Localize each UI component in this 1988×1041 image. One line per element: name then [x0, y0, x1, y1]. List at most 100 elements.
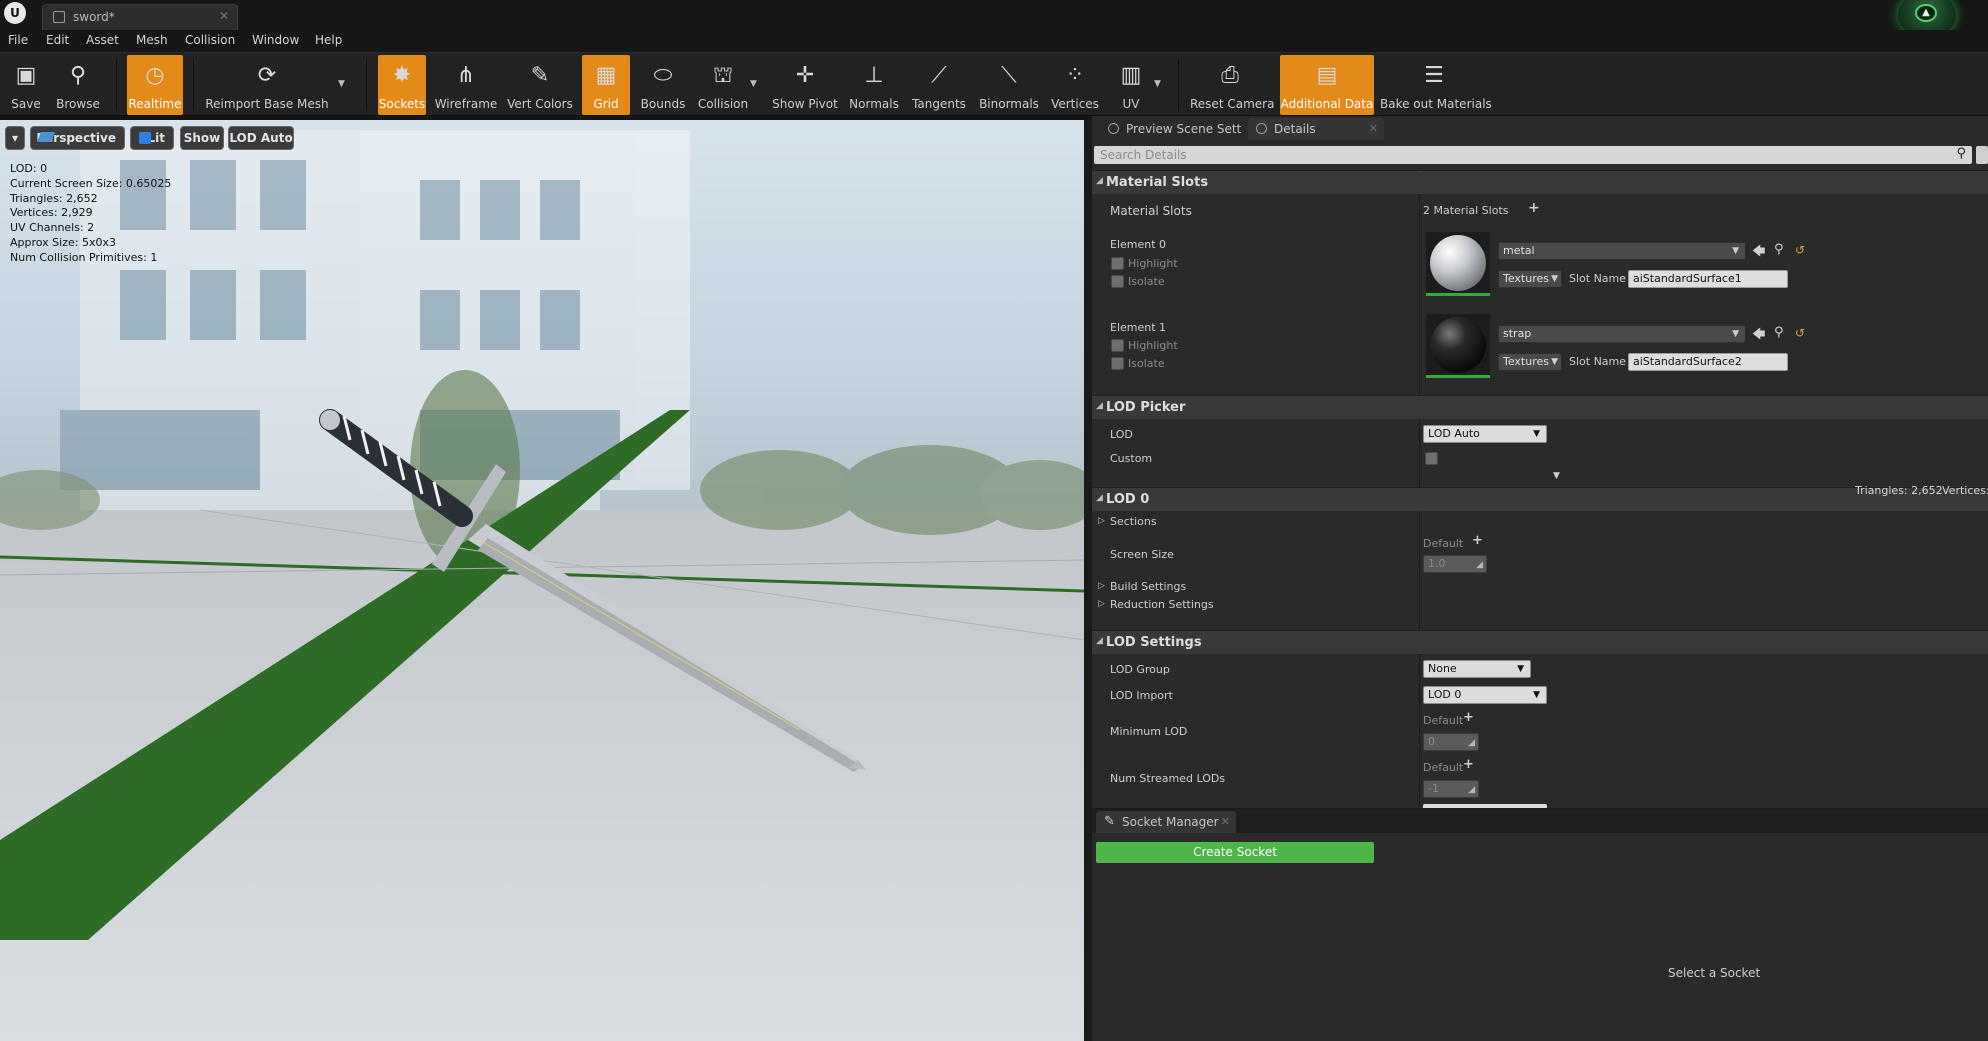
close-tab-icon[interactable]: ✕ [1221, 811, 1230, 833]
category-lod-picker[interactable]: ◢ LOD Picker [1092, 395, 1988, 419]
num-streamed-lods-value: -1 [1428, 782, 1439, 795]
build-settings-label[interactable]: Build Settings [1110, 580, 1186, 593]
menu-window[interactable]: Window [252, 33, 299, 47]
menu-file[interactable]: File [8, 33, 28, 47]
vertices-button[interactable]: ⁘ Vertices [1048, 55, 1102, 115]
add-override-icon[interactable]: + [1472, 533, 1483, 548]
menu-mesh[interactable]: Mesh [136, 33, 168, 47]
add-override-icon[interactable]: + [1463, 757, 1474, 772]
stat-approx-size: Approx Size: 5x0x3 [10, 235, 116, 249]
add-material-slot-icon[interactable]: + [1528, 200, 1540, 216]
collision-dropdown-icon[interactable]: ▼ [750, 79, 757, 89]
menu-edit[interactable]: Edit [46, 33, 69, 47]
search-details-input[interactable]: Search Details ⚲ [1094, 146, 1972, 164]
highlight-label: Highlight [1128, 339, 1178, 352]
slot-name-field[interactable]: aiStandardSurface1 [1628, 270, 1788, 288]
lod-import-combo[interactable]: LOD 0 ▼ [1423, 686, 1547, 704]
sockets-button[interactable]: ✸ Sockets [378, 55, 426, 115]
collapsed-arrow-icon[interactable]: ▷ [1098, 581, 1105, 591]
realtime-button[interactable]: ◷ Realtime [127, 55, 183, 115]
isolate-checkbox[interactable] [1111, 275, 1124, 288]
chevron-down-icon: ▾ [11, 131, 19, 145]
stat-vertices: Vertices: 2,929 [10, 206, 93, 220]
additional-data-button[interactable]: ▤ Additional Data [1280, 55, 1374, 115]
isolate-checkbox[interactable] [1111, 357, 1124, 370]
save-button[interactable]: ▣ Save [5, 55, 47, 115]
sockets-icon: ✸ [392, 63, 412, 88]
bounds-button[interactable]: ⬭ Bounds [636, 55, 690, 115]
material-combo[interactable]: strap ▼ [1498, 325, 1746, 343]
tangents-button[interactable]: ⟋ Tangents [908, 55, 970, 115]
view-options-icon[interactable] [1976, 146, 1988, 164]
highlight-checkbox[interactable] [1111, 257, 1124, 270]
wireframe-button[interactable]: ⋔ Wireframe [434, 55, 498, 115]
create-socket-button[interactable]: Create Socket [1096, 842, 1374, 863]
realtime-label: Realtime [128, 97, 182, 111]
browse-magnifier-icon[interactable]: ⚲ [1774, 325, 1784, 340]
lit-icon [139, 132, 151, 144]
browse-magnifier-icon[interactable]: ⚲ [1774, 242, 1784, 257]
uv-label: UV [1122, 97, 1140, 111]
category-lod-settings[interactable]: ◢ LOD Settings [1092, 630, 1988, 654]
highlight-checkbox[interactable] [1111, 339, 1124, 352]
show-pivot-button[interactable]: ✛ Show Pivot [770, 55, 840, 115]
reimport-dropdown-icon[interactable]: ▼ [338, 79, 345, 89]
use-selected-arrow-icon[interactable]: 🡄 [1752, 242, 1765, 264]
menu-help[interactable]: Help [315, 33, 342, 47]
sections-label[interactable]: Sections [1110, 515, 1157, 528]
select-socket-hint: Select a Socket [1668, 966, 1761, 980]
material-combo[interactable]: metal ▼ [1498, 242, 1746, 260]
search-icon[interactable]: ⚲ [1956, 146, 1966, 161]
screen-size-label: Screen Size [1110, 548, 1174, 561]
lod-import-value: LOD 0 [1428, 688, 1462, 701]
viewport-options-button[interactable]: ▾ [5, 126, 25, 150]
perspective-button[interactable]: Perspective [30, 126, 125, 150]
reset-to-default-icon[interactable]: ↺ [1795, 243, 1805, 257]
screen-size-field[interactable]: 1.0 ◢ [1423, 555, 1487, 573]
lit-button[interactable]: Lit [130, 126, 174, 150]
custom-checkbox[interactable] [1425, 452, 1438, 465]
use-selected-arrow-icon[interactable]: 🡄 [1752, 325, 1765, 347]
lod-auto-button[interactable]: LOD Auto [228, 126, 294, 150]
uv-button[interactable]: ▥ UV [1108, 55, 1154, 115]
category-lod-0[interactable]: ◢ LOD 0 [1092, 487, 1988, 511]
menu-asset[interactable]: Asset [86, 33, 119, 47]
textures-combo[interactable]: Textures ▼ [1498, 270, 1562, 288]
tab-details[interactable]: Details ✕ [1248, 118, 1384, 140]
lod-picker-combo[interactable]: LOD Auto ▼ [1423, 425, 1547, 443]
collapsed-arrow-icon[interactable]: ▷ [1098, 599, 1105, 609]
lod-group-combo[interactable]: None ▼ [1423, 660, 1531, 678]
slot-name-field[interactable]: aiStandardSurface2 [1628, 353, 1788, 371]
textures-combo[interactable]: Textures ▼ [1498, 353, 1562, 371]
reset-camera-button[interactable]: ⎙ Reset Camera [1190, 55, 1274, 115]
show-button[interactable]: Show [180, 126, 224, 150]
reimport-label: Reimport Base Mesh [205, 97, 329, 111]
browse-button[interactable]: ⚲ Browse [53, 55, 103, 115]
collision-button[interactable]: ⛫ Collision [694, 55, 752, 115]
bake-out-materials-button[interactable]: ☰ Bake out Materials [1380, 55, 1492, 115]
reset-to-default-icon[interactable]: ↺ [1795, 326, 1805, 340]
expand-more-icon[interactable]: ▼ [1553, 471, 1560, 481]
num-streamed-lods-field[interactable]: -1 ◢ [1423, 780, 1479, 798]
reduction-settings-label[interactable]: Reduction Settings [1110, 598, 1214, 611]
vert-colors-button[interactable]: ✎ Vert Colors [504, 55, 576, 115]
material-thumbnail[interactable] [1426, 232, 1490, 296]
grid-button[interactable]: ▦ Grid [582, 55, 630, 115]
collapsed-arrow-icon[interactable]: ▷ [1098, 516, 1105, 526]
uv-dropdown-icon[interactable]: ▼ [1154, 79, 1161, 89]
minimum-lod-field[interactable]: 0 ◢ [1423, 733, 1479, 751]
add-override-icon[interactable]: + [1463, 710, 1474, 725]
reimport-base-mesh-button[interactable]: ⟳ Reimport Base Mesh [205, 55, 329, 115]
close-tab-icon[interactable]: ✕ [1369, 118, 1378, 140]
menu-collision[interactable]: Collision [185, 33, 235, 47]
normals-button[interactable]: ⊥ Normals [846, 55, 902, 115]
binormals-button[interactable]: ⟍ Binormals [976, 55, 1042, 115]
tab-socket-manager[interactable]: ✎ Socket Manager ✕ [1096, 811, 1236, 833]
close-tab-icon[interactable]: ✕ [219, 9, 229, 23]
document-tab[interactable]: sword* ✕ [42, 4, 238, 30]
viewport[interactable]: ▾ Perspective Lit Show LOD Auto LOD: 0 C… [0, 120, 1084, 1041]
tab-preview-scene-settings[interactable]: Preview Scene Sett [1100, 118, 1246, 140]
panel-splitter[interactable] [1084, 120, 1092, 1041]
viewport-stats: LOD: 0 Current Screen Size: 0.65025 Tria… [10, 162, 171, 266]
material-thumbnail[interactable] [1426, 314, 1490, 378]
